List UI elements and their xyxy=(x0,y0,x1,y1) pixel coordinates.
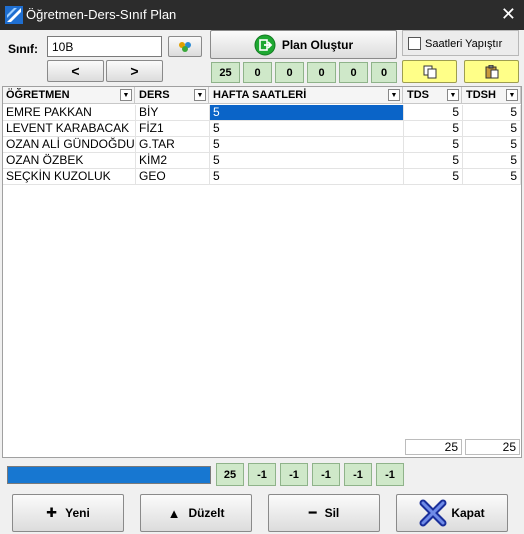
dropdown-arrow-icon[interactable]: ▼ xyxy=(506,89,518,101)
column-header-tds[interactable]: TDS ▼ xyxy=(404,87,462,104)
add-class-button[interactable] xyxy=(168,36,202,57)
column-header-label: ÖĞRETMEN xyxy=(6,89,70,101)
duzelt-button[interactable]: ▲ Düzelt xyxy=(140,494,252,532)
plan-grid: ÖĞRETMEN ▼ DERS ▼ HAFTA SAATLERİ ▼ TDS ▼… xyxy=(2,86,522,458)
saatleri-yapistir-checkbox[interactable] xyxy=(408,37,421,50)
dropdown-arrow-icon[interactable]: ▼ xyxy=(120,89,132,101)
paste-button[interactable] xyxy=(464,60,519,83)
close-x-icon xyxy=(419,499,447,527)
paste-icon xyxy=(485,64,498,78)
kapat-button[interactable]: Kapat xyxy=(396,494,508,532)
sinif-label: Sınıf: xyxy=(8,42,38,56)
window-title: Öğretmen-Ders-Sınıf Plan xyxy=(26,7,177,22)
cell-ders[interactable]: BİY xyxy=(136,105,210,121)
cell-ogretmen[interactable]: OZAN ALİ GÜNDOĞDU xyxy=(3,137,136,153)
progress-bar xyxy=(7,466,211,484)
app-icon xyxy=(5,6,23,24)
column-header-label: DERS xyxy=(139,89,170,101)
plus-icon: ✚ xyxy=(46,505,58,520)
bottom-counter: -1 xyxy=(344,463,372,486)
table-row[interactable]: EMRE PAKKAN BİY 5 5 5 xyxy=(3,105,521,121)
footer-total-tds: 25 xyxy=(405,439,462,455)
cell-tds[interactable]: 5 xyxy=(404,169,463,185)
progress-fill xyxy=(8,467,210,483)
duzelt-label: Düzelt xyxy=(188,506,225,520)
sil-label: Sil xyxy=(324,506,340,520)
cell-tdsh[interactable]: 5 xyxy=(463,137,521,153)
cell-hafta-saatleri[interactable]: 5 xyxy=(210,137,404,153)
cell-hafta-saatleri[interactable]: 5 xyxy=(210,153,404,169)
sinif-input[interactable]: 10B xyxy=(47,36,162,57)
minus-icon: ━ xyxy=(308,505,317,520)
top-counter: 0 xyxy=(243,62,272,83)
cell-hafta-saatleri[interactable]: 5 xyxy=(210,121,404,137)
cell-tdsh[interactable]: 5 xyxy=(463,121,521,137)
top-counter: 0 xyxy=(307,62,336,83)
bottom-counter: 25 xyxy=(216,463,244,486)
cell-ogretmen[interactable]: OZAN ÖZBEK xyxy=(3,153,136,169)
cell-ogretmen[interactable]: LEVENT KARABACAK xyxy=(3,121,136,137)
cell-tdsh[interactable]: 5 xyxy=(463,153,521,169)
cell-tdsh[interactable]: 5 xyxy=(463,169,521,185)
column-header-tdsh[interactable]: TDSH ▼ xyxy=(463,87,521,104)
plan-olustur-label: Plan Oluştur xyxy=(281,37,354,52)
bottom-counter: -1 xyxy=(376,463,404,486)
cell-ogretmen[interactable]: SEÇKİN KUZOLUK xyxy=(3,169,136,185)
table-row[interactable]: LEVENT KARABACAK FİZ1 5 5 5 xyxy=(3,121,521,137)
column-header-label: TDSH xyxy=(466,89,496,101)
dropdown-arrow-icon[interactable]: ▼ xyxy=(194,89,206,101)
cell-tds[interactable]: 5 xyxy=(404,137,463,153)
cell-ders[interactable]: KİM2 xyxy=(136,153,210,169)
bottom-counter: -1 xyxy=(312,463,340,486)
cell-tds[interactable]: 5 xyxy=(404,121,463,137)
cell-tdsh[interactable]: 5 xyxy=(463,105,521,121)
column-header-ders[interactable]: DERS ▼ xyxy=(136,87,209,104)
top-counter: 0 xyxy=(275,62,304,83)
cell-ogretmen[interactable]: EMRE PAKKAN xyxy=(3,105,136,121)
bottom-counter: -1 xyxy=(280,463,308,486)
sil-button[interactable]: ━ Sil xyxy=(268,494,380,532)
yeni-button[interactable]: ✚ Yeni xyxy=(12,494,124,532)
saatleri-yapistir-label: Saatleri Yapıştır xyxy=(425,38,503,50)
footer-total-tdsh: 25 xyxy=(465,439,520,455)
close-icon[interactable]: ✕ xyxy=(501,4,516,24)
bottom-counter: -1 xyxy=(248,463,276,486)
kapat-label: Kapat xyxy=(451,506,485,520)
table-row[interactable]: SEÇKİN KUZOLUK GEO 5 5 5 xyxy=(3,169,521,185)
table-row[interactable]: OZAN ÖZBEK KİM2 5 5 5 xyxy=(3,153,521,169)
column-header-ogretmen[interactable]: ÖĞRETMEN ▼ xyxy=(3,87,135,104)
cell-hafta-saatleri[interactable]: 5 xyxy=(210,169,404,185)
table-row[interactable]: OZAN ALİ GÜNDOĞDU G.TAR 5 5 5 xyxy=(3,137,521,153)
people-icon xyxy=(179,41,191,52)
cell-tds[interactable]: 5 xyxy=(404,153,463,169)
dropdown-arrow-icon[interactable]: ▼ xyxy=(388,89,400,101)
copy-icon xyxy=(423,65,436,78)
top-counter: 0 xyxy=(339,62,368,83)
export-icon xyxy=(254,34,276,55)
top-counter: 0 xyxy=(371,62,397,83)
grid-header: ÖĞRETMEN ▼ DERS ▼ HAFTA SAATLERİ ▼ TDS ▼… xyxy=(3,87,521,104)
top-counter: 25 xyxy=(211,62,240,83)
copy-button[interactable] xyxy=(402,60,457,83)
cell-ders[interactable]: FİZ1 xyxy=(136,121,210,137)
column-header-label: TDS xyxy=(407,89,429,101)
plan-olustur-button[interactable]: Plan Oluştur xyxy=(210,30,397,59)
cell-ders[interactable]: GEO xyxy=(136,169,210,185)
dropdown-arrow-icon[interactable]: ▼ xyxy=(447,89,459,101)
next-button[interactable]: > xyxy=(106,60,163,82)
caret-up-icon: ▲ xyxy=(167,505,181,521)
cell-ders[interactable]: G.TAR xyxy=(136,137,210,153)
saatleri-yapistir-group: Saatleri Yapıştır xyxy=(402,30,519,56)
title-bar: Öğretmen-Ders-Sınıf Plan ✕ xyxy=(0,0,524,30)
cell-hafta-saatleri[interactable]: 5 xyxy=(210,105,404,121)
cell-tds[interactable]: 5 xyxy=(404,105,463,121)
prev-button[interactable]: < xyxy=(47,60,104,82)
column-header-hafta-saatleri[interactable]: HAFTA SAATLERİ ▼ xyxy=(210,87,403,104)
yeni-label: Yeni xyxy=(65,506,90,520)
column-header-label: HAFTA SAATLERİ xyxy=(213,89,307,101)
